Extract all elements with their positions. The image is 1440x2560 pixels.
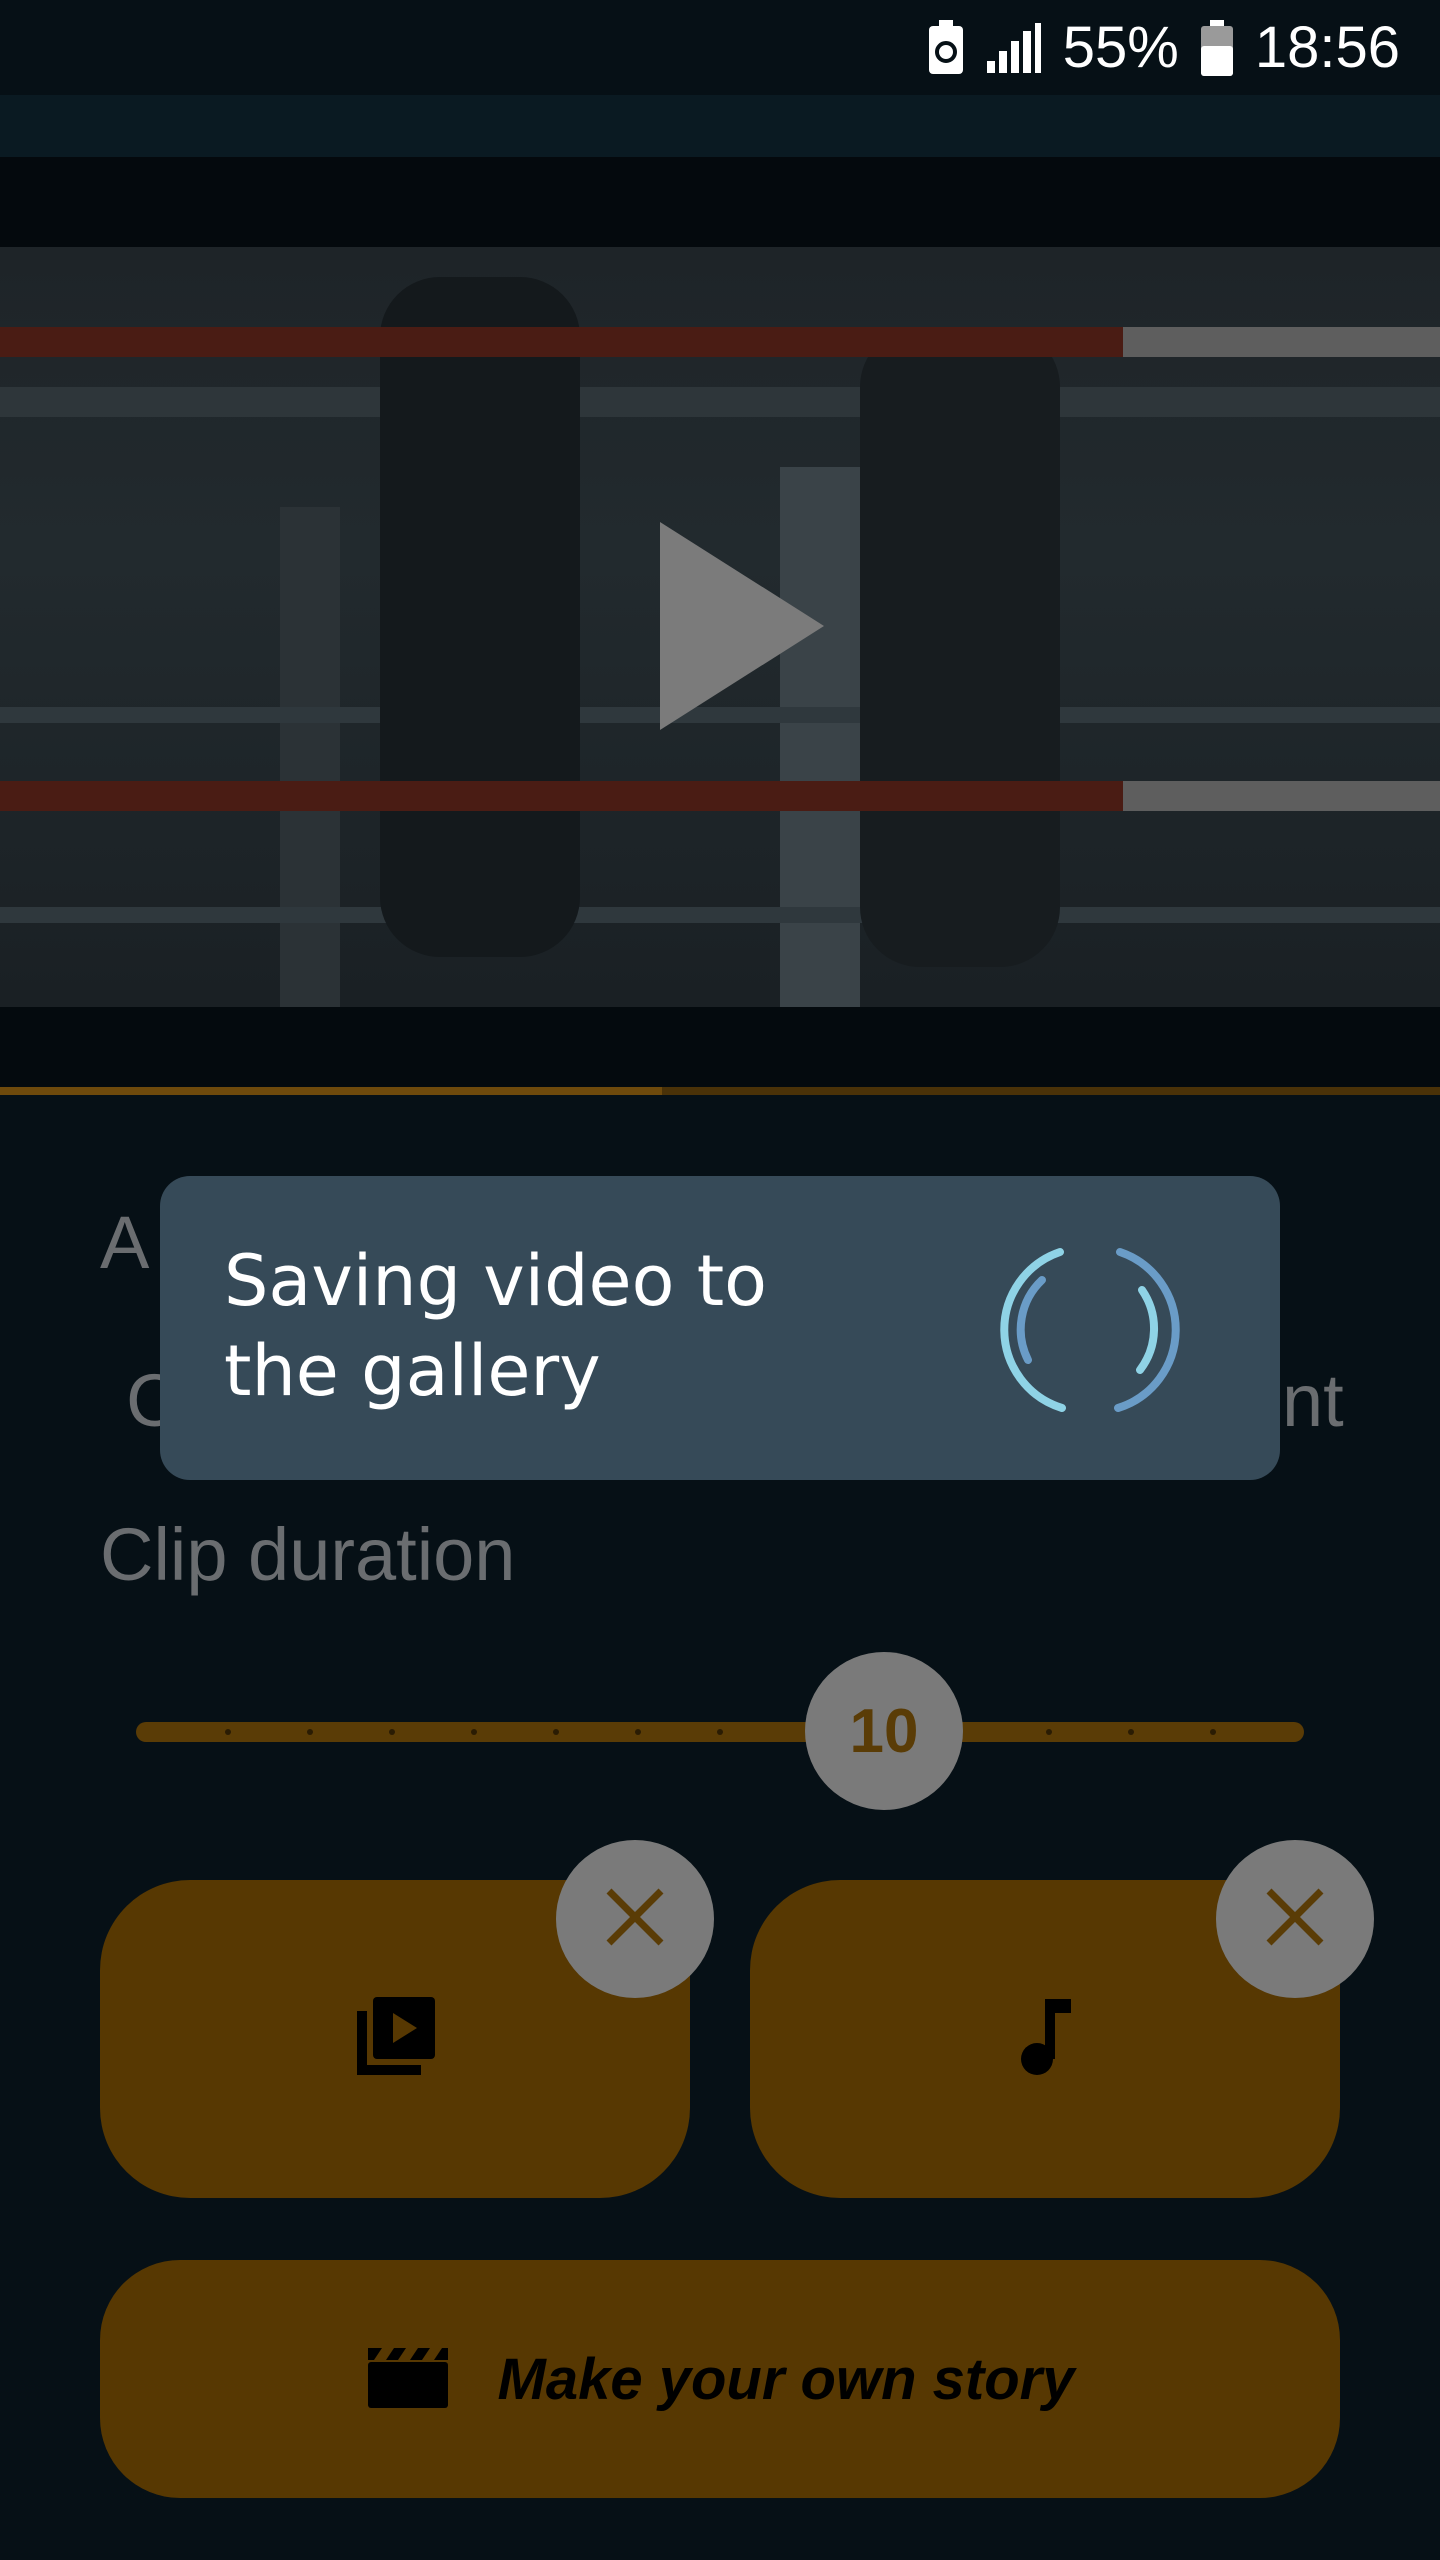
battery-percent: 55% — [1062, 15, 1179, 80]
slider-tick — [1210, 1729, 1216, 1735]
video-footer — [0, 1007, 1440, 1087]
music-note-icon — [1015, 1997, 1075, 2081]
remove-video-button[interactable] — [556, 1840, 714, 1998]
playback-progress-fill — [0, 1087, 662, 1095]
boxer-figure — [380, 277, 580, 957]
clip-duration-label: Clip duration — [100, 1513, 516, 1596]
slider-tick — [553, 1729, 559, 1735]
slider-tick — [635, 1729, 641, 1735]
play-icon[interactable] — [660, 522, 824, 730]
close-icon — [605, 1887, 665, 1951]
boxer-figure — [860, 327, 1060, 967]
battery-saver-icon — [927, 19, 965, 76]
signal-icon — [986, 22, 1041, 73]
ring-post — [280, 507, 340, 1007]
loading-spinner-icon — [1000, 1248, 1180, 1412]
status-icons: 55% 18:56 — [927, 0, 1400, 95]
clapperboard-icon — [366, 2344, 450, 2414]
slider-tick — [1046, 1729, 1052, 1735]
battery-icon — [1200, 19, 1233, 76]
status-bar: 55% 18:56 — [0, 0, 1440, 95]
slider-tick — [1128, 1729, 1134, 1735]
saving-dialog: Saving video to the gallery — [160, 1176, 1280, 1480]
slider-thumb[interactable]: 10 — [805, 1652, 963, 1810]
saving-message: Saving video to the gallery — [224, 1240, 767, 1412]
remove-music-button[interactable] — [1216, 1840, 1374, 1998]
clock: 18:56 — [1254, 15, 1400, 80]
toolbar-band — [0, 95, 1440, 157]
slider-tick — [307, 1729, 313, 1735]
make-story-button[interactable]: Make your own story — [100, 2260, 1340, 2498]
background-beam — [0, 387, 1440, 417]
slider-tick — [225, 1729, 231, 1735]
slider-tick — [717, 1729, 723, 1735]
slider-tick — [389, 1729, 395, 1735]
make-story-label: Make your own story — [497, 2346, 1075, 2412]
slider-tick — [471, 1729, 477, 1735]
ring-rail — [0, 907, 1440, 923]
video-preview[interactable] — [0, 247, 1440, 1007]
close-icon — [1265, 1887, 1325, 1951]
section-label-fragment: A — [100, 1201, 150, 1284]
video-library-icon — [353, 1995, 437, 2083]
ring-rope — [0, 781, 1440, 811]
ring-rope — [0, 327, 1440, 357]
option-label-fragment: nt — [1282, 1359, 1344, 1442]
top-band — [0, 157, 1440, 247]
